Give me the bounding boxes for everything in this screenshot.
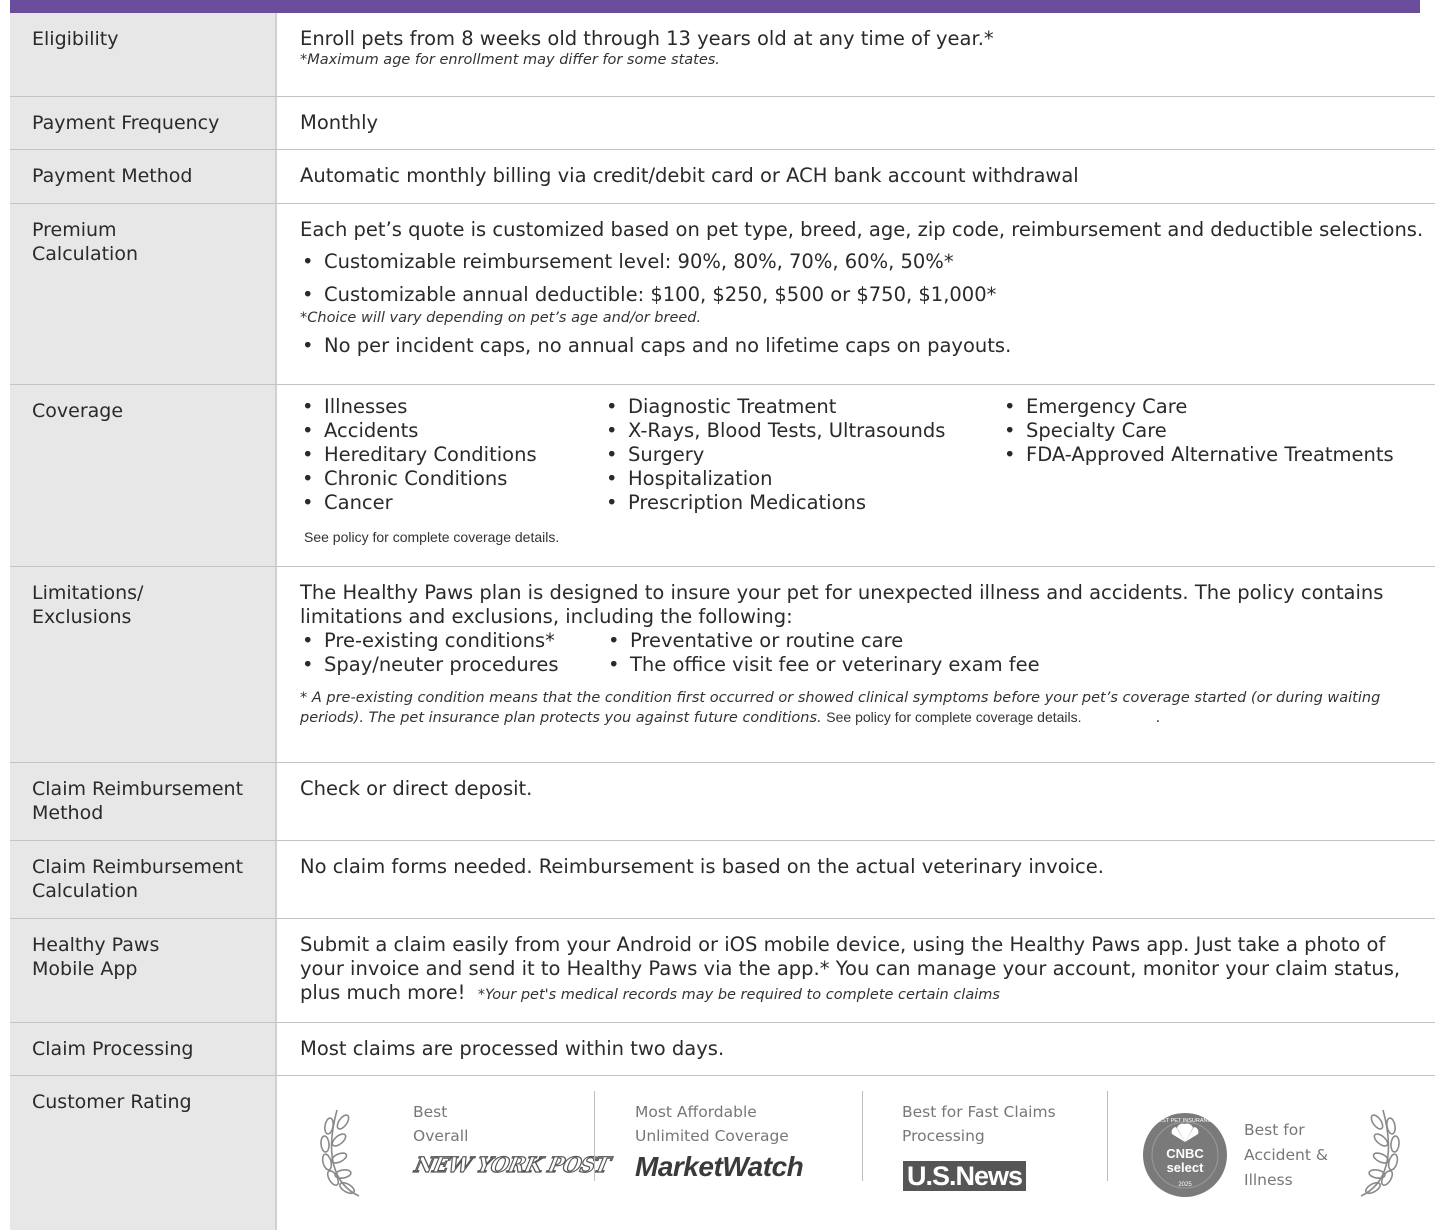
list-item: The office visit fee or veterinary exam … bbox=[606, 653, 1040, 677]
premium-bullets: Customizable reimbursement level: 90%, 8… bbox=[300, 250, 1435, 307]
row-value: Each pet’s quote is customized based on … bbox=[277, 204, 1435, 384]
awards-strip: Best Overall NEW YORK POST Most Affordab… bbox=[277, 1076, 1435, 1226]
coverage-col-2: Diagnostic Treatment X-Rays, Blood Tests… bbox=[604, 395, 1002, 515]
row-value: Automatic monthly billing via credit/deb… bbox=[300, 164, 1079, 187]
cnbc-badge-year: 2025 bbox=[1178, 1182, 1192, 1188]
laurel-left-icon bbox=[320, 1109, 360, 1197]
list-item: Spay/neuter procedures bbox=[300, 653, 606, 677]
award-cnbc-text: Best for Accident & Illness bbox=[1244, 1121, 1328, 1189]
divider bbox=[1107, 1091, 1108, 1181]
row-coverage: Coverage Illnesses Accidents Hereditary … bbox=[10, 385, 1435, 567]
coverage-columns: Illnesses Accidents Hereditary Condition… bbox=[300, 395, 1435, 515]
marketwatch-logo: MarketWatch bbox=[635, 1151, 804, 1182]
row-value: Most claims are processed within two day… bbox=[300, 1037, 725, 1060]
eligibility-note: *Maximum age for enrollment may differ f… bbox=[300, 52, 720, 68]
list-item: Hospitalization bbox=[604, 467, 1002, 491]
new-york-post-logo: NEW YORK POST bbox=[412, 1151, 613, 1177]
top-accent-bar bbox=[10, 0, 1420, 13]
limitations-columns: Pre-existing conditions* Spay/neuter pro… bbox=[300, 629, 1435, 677]
list-item: Customizable reimbursement level: 90%, 8… bbox=[300, 250, 1435, 274]
eligibility-text: Enroll pets from 8 weeks old through 13 … bbox=[300, 27, 994, 50]
cnbc-badge-top: BEST PET INSURANCE bbox=[1155, 1118, 1216, 1124]
row-label: Customer Rating bbox=[10, 1076, 277, 1230]
limitations-col-1: Pre-existing conditions* Spay/neuter pro… bbox=[300, 629, 606, 677]
row-label: Claim Reimbursement Calculation bbox=[10, 841, 277, 918]
row-value: Monthly bbox=[300, 111, 379, 134]
award-usnews-text: Best for Fast Claims Processing bbox=[902, 1103, 1056, 1145]
row-value: Illnesses Accidents Hereditary Condition… bbox=[277, 385, 1435, 566]
list-item: Surgery bbox=[604, 443, 1002, 467]
coverage-col-3: Emergency Care Specialty Care FDA-Approv… bbox=[1002, 395, 1394, 515]
list-item: Hereditary Conditions bbox=[300, 443, 604, 467]
list-item: No per incident caps, no annual caps and… bbox=[300, 334, 1435, 358]
plan-details-table: Eligibility Enroll pets from 8 weeks old… bbox=[10, 13, 1435, 1230]
limitations-see-policy: See policy for complete coverage details… bbox=[826, 709, 1082, 725]
row-value: Enroll pets from 8 weeks old through 13 … bbox=[277, 13, 1435, 96]
list-item: Pre-existing conditions* bbox=[300, 629, 606, 653]
list-item: Cancer bbox=[300, 491, 604, 515]
award-nypost-text: Best Overall bbox=[413, 1103, 469, 1145]
cnbc-badge-sub: select bbox=[1167, 1160, 1205, 1175]
row-claim-reimbursement-calculation: Claim Reimbursement Calculation No claim… bbox=[10, 841, 1435, 919]
list-item: Specialty Care bbox=[1002, 419, 1394, 443]
list-item: Illnesses bbox=[300, 395, 604, 419]
row-label: Coverage bbox=[10, 385, 277, 566]
limitations-col-2: Preventative or routine care The office … bbox=[606, 629, 1040, 677]
premium-bullets-2: No per incident caps, no annual caps and… bbox=[300, 334, 1435, 358]
list-item: Prescription Medications bbox=[604, 491, 1002, 515]
coverage-col-1: Illnesses Accidents Hereditary Condition… bbox=[300, 395, 604, 515]
row-value: No claim forms needed. Reimbursement is … bbox=[300, 855, 1104, 878]
row-premium-calculation: Premium Calculation Each pet’s quote is … bbox=[10, 204, 1435, 385]
row-label: Payment Method bbox=[10, 150, 277, 203]
divider bbox=[594, 1091, 595, 1181]
row-label: Eligibility bbox=[10, 13, 277, 96]
row-payment-frequency: Payment Frequency Monthly bbox=[10, 97, 1435, 150]
list-item: Emergency Care bbox=[1002, 395, 1394, 419]
cnbc-badge-main: CNBC bbox=[1166, 1146, 1204, 1161]
row-label: Claim Processing bbox=[10, 1023, 277, 1075]
trailing-period: . bbox=[1156, 710, 1161, 726]
row-limitations: Limitations/ Exclusions The Healthy Paws… bbox=[10, 567, 1435, 763]
laurel-right-icon bbox=[1360, 1109, 1400, 1197]
us-news-logo: U.S.News bbox=[903, 1161, 1027, 1191]
list-item: Chronic Conditions bbox=[300, 467, 604, 491]
row-label: Limitations/ Exclusions bbox=[10, 567, 277, 762]
premium-note: *Choice will vary depending on pet’s age… bbox=[300, 310, 702, 326]
list-item: FDA-Approved Alternative Treatments bbox=[1002, 443, 1394, 467]
row-customer-rating: Customer Rating Best Overall NEW YORK PO… bbox=[10, 1076, 1435, 1230]
cnbc-select-badge-icon: BEST PET INSURANCE CNBC select 2025 bbox=[1143, 1113, 1227, 1197]
row-claim-processing: Claim Processing Most claims are process… bbox=[10, 1023, 1435, 1076]
row-claim-reimbursement-method: Claim Reimbursement Method Check or dire… bbox=[10, 763, 1435, 841]
row-payment-method: Payment Method Automatic monthly billing… bbox=[10, 150, 1435, 204]
mobile-app-note: *Your pet's medical records may be requi… bbox=[477, 987, 1000, 1003]
row-label: Premium Calculation bbox=[10, 204, 277, 384]
row-value: Best Overall NEW YORK POST Most Affordab… bbox=[277, 1076, 1435, 1230]
limitations-note: * A pre-existing condition means that th… bbox=[300, 689, 1435, 728]
row-value: Check or direct deposit. bbox=[300, 777, 533, 800]
row-value: Submit a claim easily from your Android … bbox=[277, 919, 1435, 1022]
row-mobile-app: Healthy Paws Mobile App Submit a claim e… bbox=[10, 919, 1435, 1023]
row-value: The Healthy Paws plan is designed to ins… bbox=[277, 567, 1435, 762]
award-marketwatch-text: Most Affordable Unlimited Coverage bbox=[635, 1103, 789, 1145]
list-item: Preventative or routine care bbox=[606, 629, 1040, 653]
row-label: Claim Reimbursement Method bbox=[10, 763, 277, 840]
row-label: Payment Frequency bbox=[10, 97, 277, 149]
list-item: X-Rays, Blood Tests, Ultrasounds bbox=[604, 419, 1002, 443]
coverage-see-policy: See policy for complete coverage details… bbox=[304, 529, 560, 545]
row-label: Healthy Paws Mobile App bbox=[10, 919, 277, 1022]
premium-text: Each pet’s quote is customized based on … bbox=[300, 218, 1424, 241]
list-item: Diagnostic Treatment bbox=[604, 395, 1002, 419]
list-item: Accidents bbox=[300, 419, 604, 443]
limitations-text: The Healthy Paws plan is designed to ins… bbox=[300, 581, 1384, 628]
row-eligibility: Eligibility Enroll pets from 8 weeks old… bbox=[10, 13, 1435, 97]
list-item: Customizable annual deductible: $100, $2… bbox=[300, 283, 1435, 307]
divider bbox=[862, 1091, 863, 1181]
